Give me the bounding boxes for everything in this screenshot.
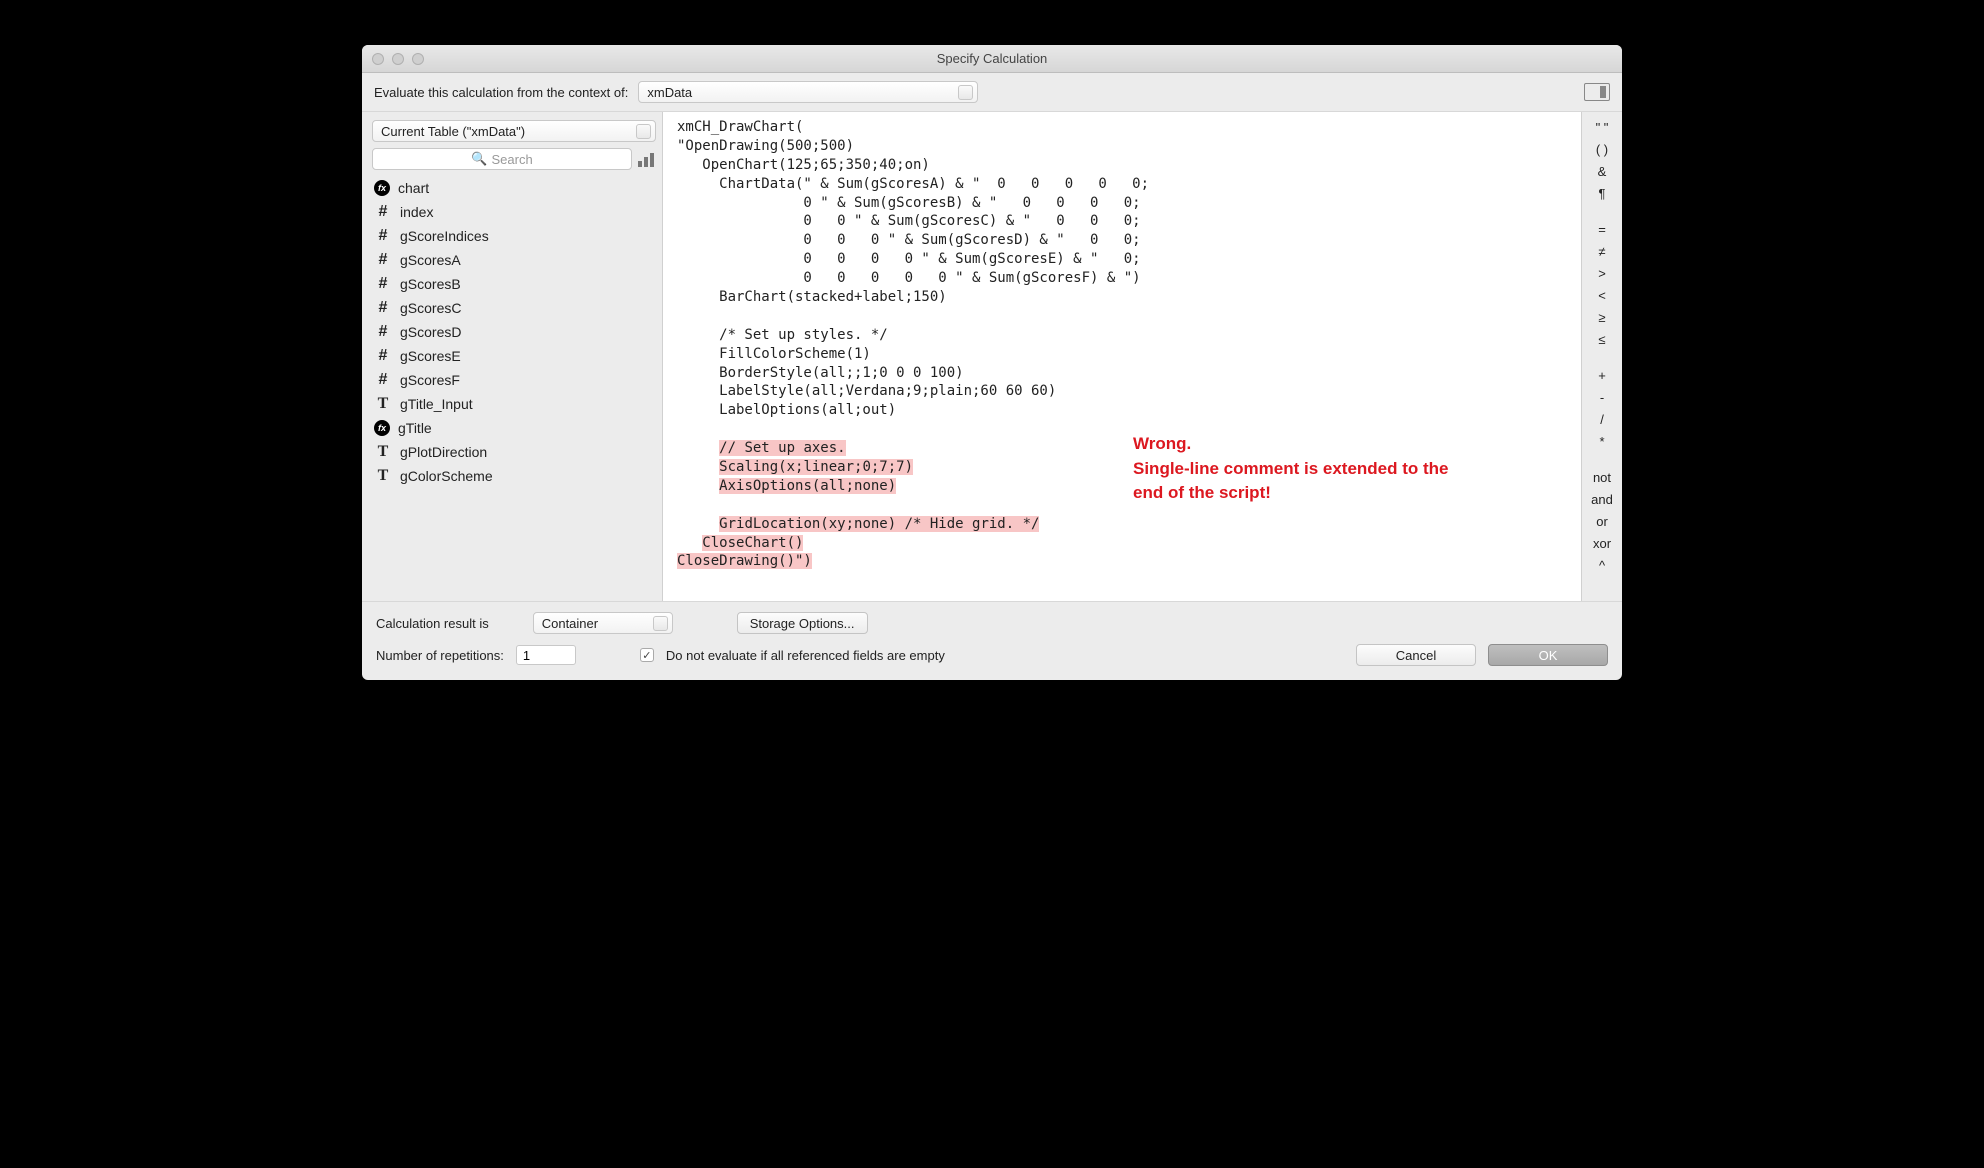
operator-[interactable]: ≤: [1598, 330, 1605, 348]
context-label: Evaluate this calculation from the conte…: [374, 85, 628, 100]
operator-[interactable]: *: [1599, 432, 1604, 450]
field-name: gPlotDirection: [400, 444, 487, 460]
operator-not[interactable]: not: [1593, 468, 1611, 486]
search-row: 🔍 Search: [372, 148, 656, 170]
table-select[interactable]: Current Table ("xmData"): [372, 120, 656, 142]
field-name: chart: [398, 180, 429, 196]
context-select[interactable]: xmData: [638, 81, 978, 103]
field-name: gScoresF: [400, 372, 460, 388]
operator-[interactable]: +: [1598, 366, 1606, 384]
context-row: Evaluate this calculation from the conte…: [362, 73, 1622, 112]
search-input[interactable]: 🔍 Search: [372, 148, 632, 170]
titlebar: Specify Calculation: [362, 45, 1622, 73]
result-type-value: Container: [542, 616, 598, 631]
field-name: gScoresB: [400, 276, 461, 292]
operator-[interactable]: " ": [1596, 118, 1609, 136]
repetitions-input[interactable]: [516, 645, 576, 665]
chevron-down-icon: [636, 124, 651, 139]
operator-[interactable]: ≥: [1598, 308, 1605, 326]
sort-icon[interactable]: [638, 151, 656, 167]
search-placeholder: Search: [491, 152, 532, 167]
toggle-panel-icon[interactable]: [1584, 83, 1610, 101]
field-name: gTitle_Input: [400, 396, 473, 412]
operator-[interactable]: >: [1598, 264, 1606, 282]
result-type-select[interactable]: Container: [533, 612, 673, 634]
operator-[interactable]: ¶: [1599, 184, 1606, 202]
left-panel: Current Table ("xmData") 🔍 Search fxchar…: [362, 112, 662, 601]
field-row[interactable]: TgColorScheme: [372, 464, 656, 488]
field-name: gScoresD: [400, 324, 461, 340]
dialog-window: Specify Calculation Evaluate this calcul…: [362, 45, 1622, 680]
operator-[interactable]: <: [1598, 286, 1606, 304]
repetitions-label: Number of repetitions:: [376, 648, 504, 663]
operator-[interactable]: ^: [1599, 556, 1605, 574]
window-title: Specify Calculation: [362, 51, 1622, 66]
no-eval-checkbox[interactable]: ✓: [640, 648, 654, 662]
text-icon: T: [374, 468, 392, 484]
chevron-down-icon: [958, 85, 973, 100]
function-icon: fx: [374, 420, 390, 436]
table-select-value: Current Table ("xmData"): [381, 124, 525, 139]
field-name: gColorScheme: [400, 468, 493, 484]
field-row[interactable]: gScoresF: [372, 368, 656, 392]
number-icon: [374, 204, 392, 220]
footer: Calculation result is Container Storage …: [362, 602, 1622, 680]
main-body: Current Table ("xmData") 🔍 Search fxchar…: [362, 112, 1622, 602]
operator-or[interactable]: or: [1596, 512, 1608, 530]
no-eval-label: Do not evaluate if all referenced fields…: [666, 648, 945, 663]
search-icon: 🔍: [471, 151, 487, 167]
field-row[interactable]: gScoresB: [372, 272, 656, 296]
operator-[interactable]: &: [1598, 162, 1607, 180]
number-icon: [374, 276, 392, 292]
number-icon: [374, 372, 392, 388]
number-icon: [374, 228, 392, 244]
operator-[interactable]: /: [1600, 410, 1604, 428]
operator-[interactable]: =: [1598, 220, 1606, 238]
result-label: Calculation result is: [376, 616, 489, 631]
cancel-button[interactable]: Cancel: [1356, 644, 1476, 666]
operator-column: " " ( ) & ¶ = ≠ > < ≥ ≤ + - / * not and or xor ^: [1582, 112, 1622, 601]
number-icon: [374, 324, 392, 340]
number-icon: [374, 348, 392, 364]
context-value: xmData: [647, 85, 692, 100]
field-name: gTitle: [398, 420, 432, 436]
field-name: gScoresC: [400, 300, 461, 316]
number-icon: [374, 300, 392, 316]
text-icon: T: [374, 396, 392, 412]
field-row[interactable]: gScoresD: [372, 320, 656, 344]
operator-[interactable]: ≠: [1598, 242, 1605, 260]
text-icon: T: [374, 444, 392, 460]
chevron-down-icon: [653, 616, 668, 631]
field-row[interactable]: gScoresC: [372, 296, 656, 320]
field-row[interactable]: gScoresE: [372, 344, 656, 368]
calculation-editor[interactable]: xmCH_DrawChart( "OpenDrawing(500;500) Op…: [662, 112, 1582, 601]
field-row[interactable]: TgTitle_Input: [372, 392, 656, 416]
ok-button[interactable]: OK: [1488, 644, 1608, 666]
field-row[interactable]: fx gTitle: [372, 416, 656, 440]
operator-[interactable]: -: [1600, 388, 1604, 406]
field-name: gScoreIndices: [400, 228, 489, 244]
number-icon: [374, 252, 392, 268]
field-name: gScoresE: [400, 348, 461, 364]
field-row[interactable]: gScoreIndices: [372, 224, 656, 248]
operator-and[interactable]: and: [1591, 490, 1613, 508]
field-row[interactable]: index: [372, 200, 656, 224]
field-list[interactable]: fxchartindexgScoreIndicesgScoresAgScores…: [372, 176, 656, 593]
function-icon: fx: [374, 180, 390, 196]
operator-xor[interactable]: xor: [1593, 534, 1611, 552]
storage-options-button[interactable]: Storage Options...: [737, 612, 868, 634]
error-annotation: Wrong. Single-line comment is extended t…: [1133, 432, 1463, 506]
field-row[interactable]: TgPlotDirection: [372, 440, 656, 464]
field-row[interactable]: gScoresA: [372, 248, 656, 272]
operator-[interactable]: ( ): [1596, 140, 1608, 158]
field-row[interactable]: fxchart: [372, 176, 656, 200]
field-name: gScoresA: [400, 252, 461, 268]
field-name: index: [400, 204, 433, 220]
